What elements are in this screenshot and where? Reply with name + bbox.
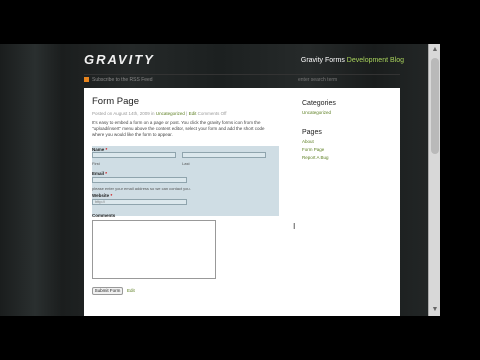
rss-link[interactable]: Subscribe to the RSS Feed: [84, 77, 153, 83]
sidebar: Categories Uncategorized Pages About For…: [302, 100, 392, 160]
post-category-link[interactable]: Uncategorized: [156, 111, 185, 116]
meta-separator: |: [186, 111, 188, 116]
comments-label: Comments: [92, 213, 116, 218]
search-input[interactable]: enter search term: [294, 76, 396, 84]
video-frame: GRAVITY Gravity Forms Development Blog S…: [0, 0, 480, 360]
categories-heading: Categories: [302, 100, 336, 107]
submit-button[interactable]: Submit Form: [92, 287, 123, 295]
scroll-thumb[interactable]: [431, 58, 439, 154]
website-label: Website *: [92, 193, 113, 198]
blog-title-accent: Development Blog: [346, 57, 404, 64]
letterbox-bottom: [0, 316, 480, 360]
blog-title-prefix: Gravity Forms: [300, 57, 345, 64]
site-header: GRAVITY Gravity Forms Development Blog: [84, 48, 404, 72]
post-meta: Posted on August 14th, 2009 in Uncategor…: [92, 111, 282, 116]
pages-heading: Pages: [302, 129, 322, 136]
gravity-form: Name * First Last Email * please enter y…: [92, 146, 279, 216]
site-logo[interactable]: GRAVITY: [84, 52, 155, 67]
email-input[interactable]: [92, 177, 187, 183]
rss-icon: [84, 77, 89, 83]
nav-bar: Subscribe to the RSS Feed enter search t…: [84, 74, 400, 86]
post-title[interactable]: Form Page: [92, 96, 282, 107]
text-cursor-icon: I: [293, 222, 296, 231]
sidebar-item-form-page[interactable]: Form Page: [302, 147, 392, 152]
last-name-input[interactable]: [182, 152, 266, 158]
post-comments: Comments Off: [197, 111, 227, 116]
form-edit-link[interactable]: Edit: [127, 288, 135, 293]
post-main: Form Page Posted on August 14th, 2009 in…: [92, 96, 282, 295]
website-input[interactable]: http://: [92, 199, 187, 205]
email-label: Email *: [92, 171, 108, 176]
sidebar-item-report-bug[interactable]: Report A Bug: [302, 155, 392, 160]
browser-viewport: GRAVITY Gravity Forms Development Blog S…: [0, 44, 440, 316]
scroll-up-icon[interactable]: ▲: [431, 46, 439, 54]
email-hint: please enter your email address so we ca…: [92, 186, 191, 191]
last-sublabel: Last: [182, 161, 190, 166]
scroll-down-icon[interactable]: ▼: [431, 306, 439, 314]
post-body: It's easy to embed a form on a page or p…: [92, 120, 265, 137]
first-sublabel: First: [92, 161, 100, 166]
content-panel: Form Page Posted on August 14th, 2009 in…: [84, 88, 400, 316]
post-date: Posted on August 14th, 2009 in: [92, 111, 155, 116]
blog-title: Gravity Forms Development Blog: [301, 57, 404, 64]
post-edit-link[interactable]: Edit: [189, 111, 197, 116]
vertical-scrollbar[interactable]: ▲ ▼: [428, 44, 440, 316]
sidebar-item-about[interactable]: About: [302, 139, 392, 144]
rss-label: Subscribe to the RSS Feed: [92, 77, 153, 83]
letterbox-top: [0, 0, 480, 44]
first-name-input[interactable]: [92, 152, 176, 158]
comments-textarea[interactable]: [92, 220, 216, 279]
sidebar-item-category[interactable]: Uncategorized: [302, 110, 392, 115]
